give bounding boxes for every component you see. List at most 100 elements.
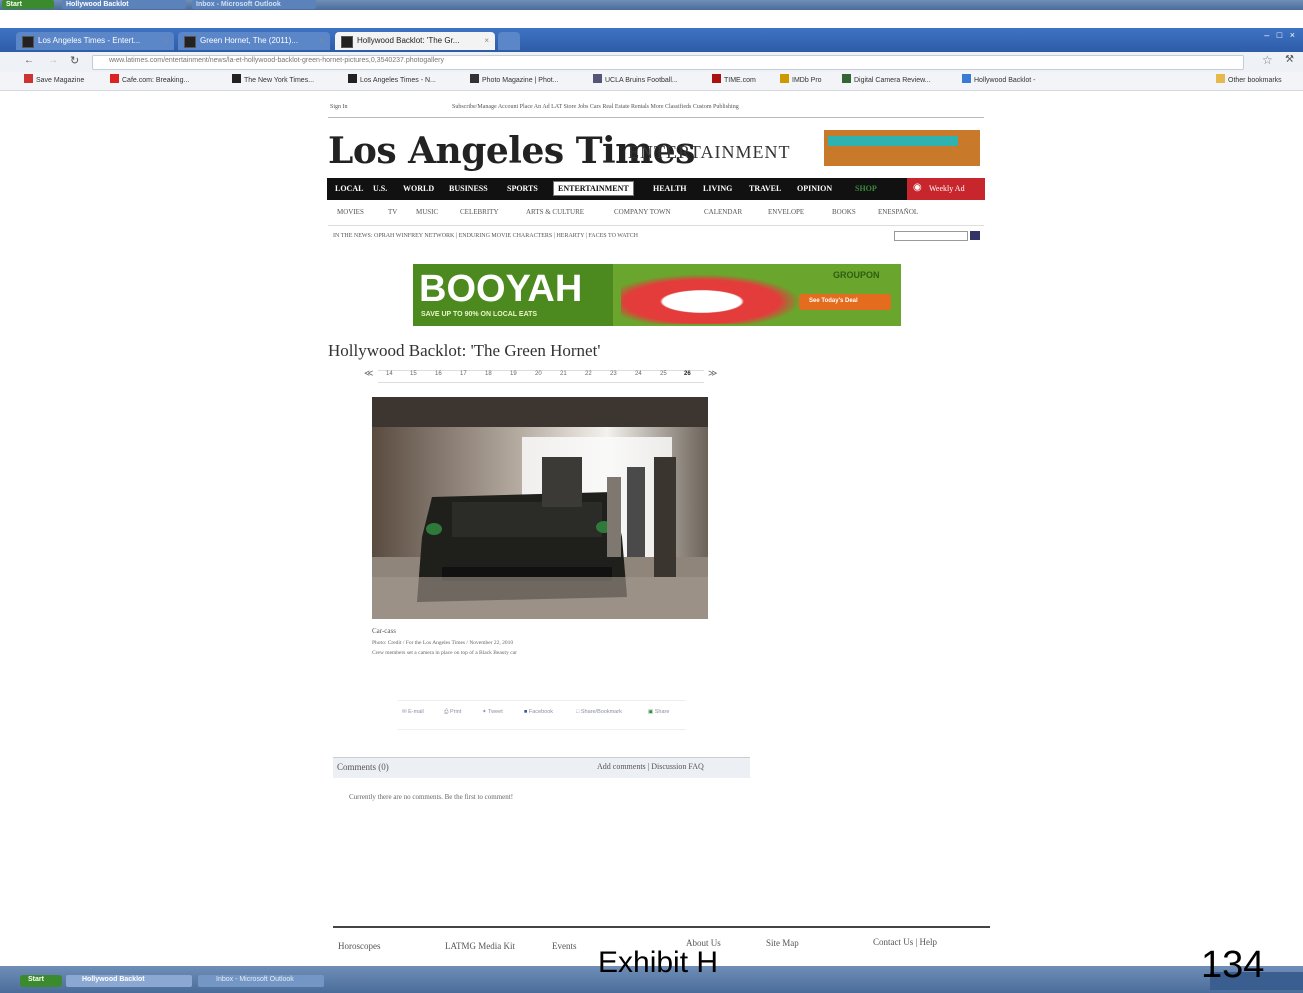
- add-comments-link[interactable]: Add comments | Discussion FAQ: [597, 762, 704, 771]
- pager-item[interactable]: 20: [535, 371, 542, 377]
- bookmark-item[interactable]: Photo Magazine | Phot...: [470, 74, 559, 88]
- bookmark-item[interactable]: The New York Times...: [232, 74, 314, 88]
- gallery-photo[interactable]: [372, 397, 708, 619]
- pager-item[interactable]: 14: [386, 371, 393, 377]
- nav-shop[interactable]: SHOP: [855, 184, 877, 193]
- pager-item[interactable]: 21: [560, 371, 567, 377]
- subnav-arts[interactable]: ARTS & CULTURE: [526, 208, 584, 216]
- print-share[interactable]: ⎙ Print: [444, 709, 461, 716]
- subnav-espanol[interactable]: ENESPAÑOL: [878, 208, 918, 216]
- taskbar-item-browser[interactable]: Hollywood Backlot: [66, 975, 192, 987]
- tab-hollywood-backlot[interactable]: Hollywood Backlot: 'The Gr... ×: [335, 32, 495, 50]
- maximize-icon[interactable]: □: [1277, 30, 1282, 40]
- bookmark-item[interactable]: IMDb Pro: [780, 74, 822, 88]
- nav-business[interactable]: BUSINESS: [449, 184, 488, 193]
- close-tab-icon[interactable]: ×: [319, 32, 324, 50]
- email-share[interactable]: ✉ E-mail: [402, 709, 424, 715]
- back-arrow-icon[interactable]: ←: [24, 55, 34, 66]
- subnav-movies[interactable]: MOVIES: [337, 208, 364, 216]
- nav-opinion[interactable]: OPINION: [797, 184, 832, 193]
- bookmark-item[interactable]: Los Angeles Times - N...: [348, 74, 436, 88]
- close-tab-icon[interactable]: ×: [484, 32, 489, 50]
- footer-events[interactable]: Events: [552, 941, 577, 951]
- bookmark-share[interactable]: □ Share/Bookmark: [576, 709, 622, 715]
- bookmark-item[interactable]: UCLA Bruins Football...: [593, 74, 678, 88]
- url-text: www.latimes.com/entertainment/news/la-et…: [109, 57, 445, 64]
- pager-item[interactable]: 17: [460, 371, 467, 377]
- close-window-icon[interactable]: ×: [1290, 30, 1295, 40]
- in-the-news-bar[interactable]: IN THE NEWS: OPRAH WINFREY NETWORK | END…: [333, 233, 638, 239]
- other-bookmarks[interactable]: Other bookmarks: [1216, 74, 1282, 88]
- reload-icon[interactable]: ↻: [70, 54, 79, 67]
- bookmark-label: UCLA Bruins Football...: [605, 77, 678, 84]
- tweet-share[interactable]: ✦ Tweet: [482, 709, 503, 715]
- nav-world[interactable]: WORLD: [403, 184, 434, 193]
- tab-lat-entertainment[interactable]: Los Angeles Times - Entert... ×: [16, 32, 174, 50]
- nav-living[interactable]: LIVING: [703, 184, 732, 193]
- pager-item[interactable]: 23: [610, 371, 617, 377]
- groupon-ad[interactable]: BOOYAH SAVE UP TO 90% ON LOCAL EATS GROU…: [413, 264, 901, 326]
- nav-entertainment[interactable]: ENTERTAINMENT: [553, 181, 634, 196]
- bookmark-label: Hollywood Backlot -: [974, 77, 1036, 84]
- subnav-company-town[interactable]: COMPANY TOWN: [614, 208, 671, 216]
- nav-travel[interactable]: TRAVEL: [749, 184, 781, 193]
- footer-media-kit[interactable]: LATMG Media Kit: [445, 941, 515, 951]
- prev-arrow-icon[interactable]: ≪: [364, 368, 373, 379]
- search-button[interactable]: [970, 231, 980, 240]
- new-tab-button[interactable]: [498, 32, 520, 50]
- bookmark-item[interactable]: TIME.com: [712, 74, 756, 88]
- tab-green-hornet[interactable]: Green Hornet, The (2011)... ×: [178, 32, 330, 50]
- ad-cta-button[interactable]: See Today's Deal: [799, 294, 891, 310]
- pager-item[interactable]: 19: [510, 371, 517, 377]
- bookmark-label: Photo Magazine | Phot...: [482, 77, 559, 84]
- facebook-share[interactable]: ■ Facebook: [524, 709, 553, 715]
- subnav-celebrity[interactable]: CELEBRITY: [460, 208, 499, 216]
- pager-item-current[interactable]: 26: [684, 371, 691, 377]
- email-icon: ✉: [402, 709, 407, 715]
- footer-site-map[interactable]: Site Map: [766, 938, 799, 948]
- nav-local[interactable]: LOCAL: [335, 184, 363, 193]
- nav-sports[interactable]: SPORTS: [507, 184, 538, 193]
- pager-item[interactable]: 25: [660, 371, 667, 377]
- taskbar-item-outlook[interactable]: Inbox - Microsoft Outlook: [192, 0, 316, 9]
- subnav-books[interactable]: BOOKS: [832, 208, 856, 216]
- pager-item[interactable]: 24: [635, 371, 642, 377]
- star-icon[interactable]: ☆: [1262, 53, 1273, 67]
- subnav-music[interactable]: MUSIC: [416, 208, 438, 216]
- pager-item[interactable]: 15: [410, 371, 417, 377]
- subnav-tv[interactable]: TV: [388, 208, 397, 216]
- bookmark-item[interactable]: Digital Camera Review...: [842, 74, 931, 88]
- promo-banner[interactable]: [824, 130, 980, 166]
- url-field[interactable]: www.latimes.com/entertainment/news/la-et…: [92, 55, 1244, 70]
- start-button[interactable]: Start: [2, 0, 54, 9]
- bookmark-item[interactable]: Save Magazine: [24, 74, 84, 88]
- footer-horoscopes[interactable]: Horoscopes: [338, 941, 381, 951]
- ad-headline: BOOYAH: [419, 268, 583, 310]
- subnav-envelope[interactable]: ENVELOPE: [768, 208, 804, 216]
- taskbar-item-outlook[interactable]: Inbox - Microsoft Outlook: [198, 975, 324, 987]
- forward-arrow-icon[interactable]: →: [48, 55, 58, 66]
- subnav-calendar[interactable]: CALENDAR: [704, 208, 742, 216]
- generic-share[interactable]: ▣ Share: [648, 709, 669, 715]
- bookmark-item[interactable]: Hollywood Backlot -: [962, 74, 1035, 88]
- pager-item[interactable]: 22: [585, 371, 592, 377]
- nav-health[interactable]: HEALTH: [653, 184, 687, 193]
- wrench-icon[interactable]: ⚒: [1285, 54, 1294, 65]
- weekly-ad-button[interactable]: ◉ Weekly Ad: [907, 178, 985, 200]
- minimize-icon[interactable]: –: [1264, 30, 1269, 40]
- sign-in-link[interactable]: Sign In: [330, 104, 348, 110]
- search-input[interactable]: [894, 231, 968, 241]
- start-button[interactable]: Start: [20, 975, 62, 987]
- close-tab-icon[interactable]: ×: [163, 32, 168, 50]
- top-links[interactable]: Subscribe/Manage Account Place An Ad LAT…: [452, 104, 739, 110]
- taskbar-item-browser[interactable]: Hollywood Backlot: [62, 0, 186, 9]
- bookmark-favicon-icon: [470, 74, 479, 83]
- bookmark-item[interactable]: Cafe.com: Breaking...: [110, 74, 189, 88]
- pager-item[interactable]: 16: [435, 371, 442, 377]
- folder-icon: [1216, 74, 1225, 83]
- next-arrow-icon[interactable]: ≫: [708, 368, 717, 379]
- pager-item[interactable]: 18: [485, 371, 492, 377]
- browser-tab-strip: Los Angeles Times - Entert... × Green Ho…: [0, 28, 1303, 52]
- footer-contact[interactable]: Contact Us | Help: [873, 937, 937, 947]
- nav-us[interactable]: U.S.: [373, 184, 387, 193]
